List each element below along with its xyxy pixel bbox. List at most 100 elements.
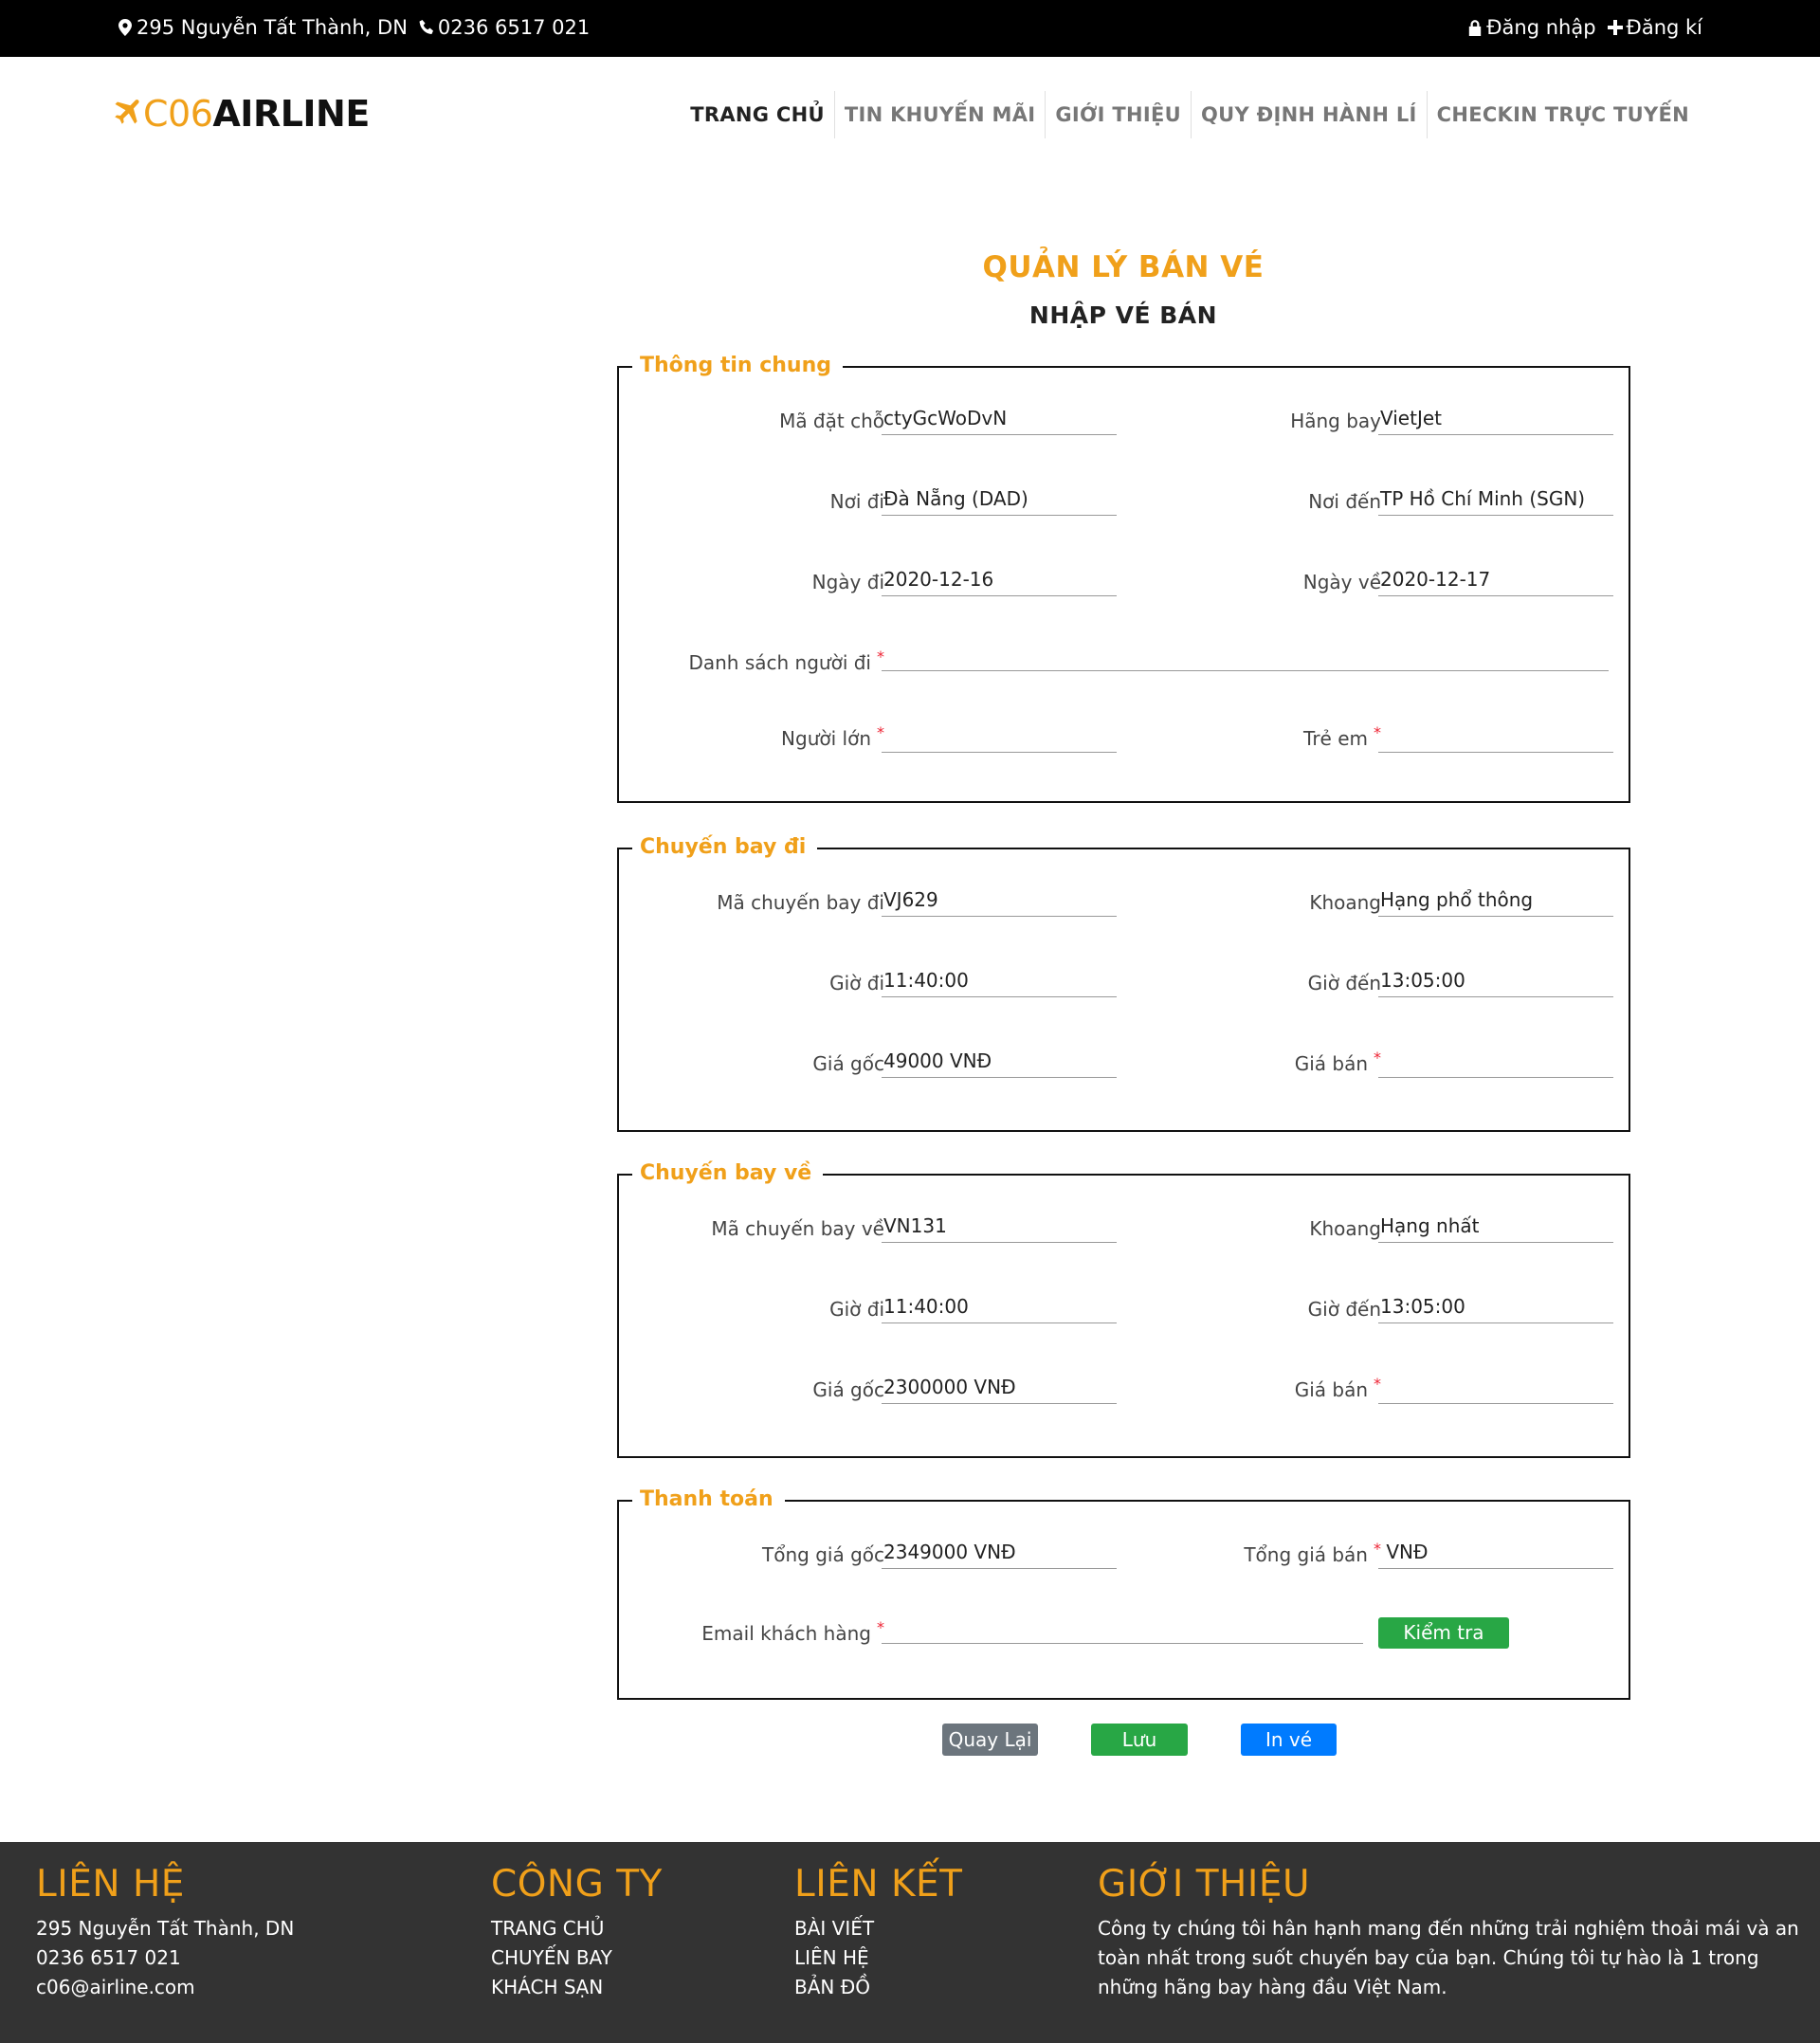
return-cabin-field[interactable]: Hạng nhất [1378, 1209, 1613, 1243]
return-depart-time-field[interactable]: 11:40:00 [882, 1289, 1117, 1323]
outbound-sell-price-label: Giá bán * [1150, 1049, 1381, 1076]
site-footer: LIÊN HỆ 295 Nguyễn Tất Thành, DN 0236 65… [0, 1842, 1820, 2043]
total-base-field[interactable]: 2349000 VNĐ [882, 1535, 1117, 1569]
register-link[interactable]: Đăng kí [1607, 16, 1702, 39]
general-info-section: Thông tin chung Mã đặt chỗ ctyGcWoDvN Hã… [617, 352, 1630, 803]
from-field[interactable]: Đà Nẵng (DAD) [882, 482, 1117, 516]
footer-company-title: CÔNG TY [491, 1863, 663, 1906]
outbound-depart-time-label: Giờ đi [829, 972, 884, 994]
to-label: Nơi đến [1308, 490, 1381, 513]
footer-link-hotels[interactable]: KHÁCH SẠN [491, 1973, 663, 2002]
from-label: Nơi đi [829, 490, 884, 513]
auth-links: Đăng nhập Đăng kí [1467, 16, 1702, 39]
outbound-cabin-field[interactable]: Hạng phổ thông [1378, 883, 1613, 917]
login-label: Đăng nhập [1486, 16, 1596, 39]
footer-contact: LIÊN HỆ 295 Nguyễn Tất Thành, DN 0236 65… [36, 1861, 294, 2002]
children-label-text: Trẻ em [1303, 727, 1368, 750]
customer-email-field[interactable] [882, 1610, 1363, 1644]
page-subtitle: NHẬP VÉ BÁN [1028, 301, 1218, 329]
passengers-label-text: Danh sách người đi [688, 651, 871, 674]
outbound-flight-code-label: Mã chuyến bay đi [717, 891, 884, 914]
footer-contact-email[interactable]: c06@airline.com [36, 1973, 294, 2002]
outbound-arrive-time-field[interactable]: 13:05:00 [1378, 963, 1613, 997]
payment-section: Thanh toán Tổng giá gốc 2349000 VNĐ Tổng… [617, 1486, 1630, 1700]
footer-company: CÔNG TY TRANG CHỦ CHUYẾN BAY KHÁCH SẠN [491, 1861, 663, 2002]
logo-part2: AIRLINE [212, 93, 370, 135]
print-ticket-button[interactable]: In vé [1241, 1724, 1337, 1756]
footer-about-text: Công ty chúng tôi hân hạnh mang đến nhữn… [1098, 1917, 1799, 1998]
footer-links: LIÊN KẾT BÀI VIẾT LIÊN HỆ BẢN ĐỒ [794, 1861, 962, 2002]
plane-icon [115, 100, 139, 124]
return-sell-price-field[interactable] [1378, 1370, 1613, 1404]
address-text: 295 Nguyễn Tất Thành, DN [136, 16, 408, 39]
main-content: QUẢN LÝ BÁN VÉ NHẬP VÉ BÁN Thông tin chu… [0, 178, 1820, 1842]
airline-field[interactable]: VietJet [1378, 401, 1613, 435]
return-sell-price-label: Giá bán * [1150, 1375, 1381, 1402]
footer-contact-address: 295 Nguyễn Tất Thành, DN [36, 1917, 295, 1940]
outbound-base-price-field[interactable]: 49000 VNĐ [882, 1044, 1117, 1078]
footer-link-home[interactable]: TRANG CHỦ [491, 1914, 663, 1943]
footer-about-title: GIỚI THIỆU [1098, 1863, 1311, 1906]
register-label: Đăng kí [1626, 16, 1702, 39]
to-field[interactable]: TP Hồ Chí Minh (SGN) [1378, 482, 1613, 516]
outbound-flight-code-field[interactable]: VJ629 [882, 883, 1117, 917]
footer-link-map[interactable]: BẢN ĐỒ [794, 1973, 962, 2002]
outbound-flight-section: Chuyến bay đi Mã chuyến bay đi VJ629 Kho… [617, 833, 1630, 1132]
return-flight-code-label: Mã chuyến bay về [711, 1217, 884, 1240]
outbound-cabin-label: Khoang [1309, 891, 1381, 914]
return-arrive-time-field[interactable]: 13:05:00 [1378, 1289, 1613, 1323]
customer-email-label: Email khách hàng * [638, 1618, 884, 1646]
check-email-button[interactable]: Kiểm tra Email [1378, 1617, 1509, 1675]
nav-item-baggage[interactable]: QUY ĐỊNH HÀNH LÍ [1191, 91, 1427, 138]
booking-code-field[interactable]: ctyGcWoDvN [882, 401, 1117, 435]
section-legend: Thanh toán [632, 1486, 785, 1514]
nav-item-checkin[interactable]: CHECKIN TRỰC TUYẾN [1426, 91, 1699, 138]
main-nav: TRANG CHỦ TIN KHUYẾN MÃI GIỚI THIỆU QUY … [681, 91, 1699, 138]
return-date-field[interactable]: 2020-12-17 [1378, 562, 1613, 596]
total-sell-label-text: Tổng giá bán [1244, 1543, 1368, 1566]
nav-item-about[interactable]: GIỚI THIỆU [1045, 91, 1191, 138]
return-cabin-label: Khoang [1309, 1217, 1381, 1240]
back-button[interactable]: Quay Lại [942, 1724, 1038, 1756]
booking-code-label: Mã đặt chỗ [779, 410, 884, 432]
return-sell-price-label-text: Giá bán [1294, 1378, 1368, 1401]
outbound-depart-time-field[interactable]: 11:40:00 [882, 963, 1117, 997]
logo-part1: C06 [143, 93, 213, 135]
adults-label: Người lớn * [657, 723, 884, 751]
return-base-price-field[interactable]: 2300000 VNĐ [882, 1370, 1117, 1404]
outbound-sell-price-field[interactable] [1378, 1044, 1613, 1078]
save-button[interactable]: Lưu [1091, 1724, 1188, 1756]
phone-item: 0236 6517 021 [419, 16, 590, 39]
total-sell-label: Tổng giá bán * [1131, 1540, 1381, 1567]
outbound-arrive-time-label: Giờ đến [1307, 972, 1381, 994]
depart-date-field[interactable]: 2020-12-16 [882, 562, 1117, 596]
section-legend: Chuyến bay về [632, 1159, 824, 1188]
plus-icon [1607, 20, 1623, 35]
return-base-price-label: Giá gốc [812, 1378, 884, 1401]
airline-label: Hãng bay [1290, 410, 1381, 432]
footer-link-articles[interactable]: BÀI VIẾT [794, 1914, 962, 1943]
login-link[interactable]: Đăng nhập [1467, 16, 1596, 39]
nav-item-home[interactable]: TRANG CHỦ [681, 91, 834, 138]
total-sell-field[interactable]: VNĐ [1378, 1535, 1613, 1569]
footer-links-title: LIÊN KẾT [794, 1863, 963, 1906]
footer-link-flights[interactable]: CHUYẾN BAY [491, 1943, 663, 1973]
return-flight-code-field[interactable]: VN131 [882, 1209, 1117, 1243]
footer-contact-title: LIÊN HỆ [36, 1863, 185, 1906]
passengers-field[interactable] [882, 637, 1609, 671]
return-flight-section: Chuyến bay về Mã chuyến bay về VN131 Kho… [617, 1159, 1630, 1458]
children-field[interactable] [1378, 719, 1613, 753]
footer-link-contact[interactable]: LIÊN HỆ [794, 1943, 962, 1973]
passengers-label: Danh sách người đi * [638, 648, 884, 675]
return-arrive-time-label: Giờ đến [1307, 1298, 1381, 1321]
outbound-base-price-label: Giá gốc [812, 1052, 884, 1075]
total-base-label: Tổng giá gốc [762, 1543, 884, 1566]
customer-email-label-text: Email khách hàng [701, 1622, 871, 1645]
depart-date-label: Ngày đi [811, 571, 884, 593]
adults-field[interactable] [882, 719, 1117, 753]
address-item: 295 Nguyễn Tất Thành, DN [118, 16, 408, 39]
section-legend: Thông tin chung [632, 352, 844, 380]
nav-item-promotions[interactable]: TIN KHUYẾN MÃI [833, 91, 1046, 138]
contact-info: 295 Nguyễn Tất Thành, DN 0236 6517 021 [118, 16, 590, 39]
logo[interactable]: C06 AIRLINE [113, 93, 370, 135]
